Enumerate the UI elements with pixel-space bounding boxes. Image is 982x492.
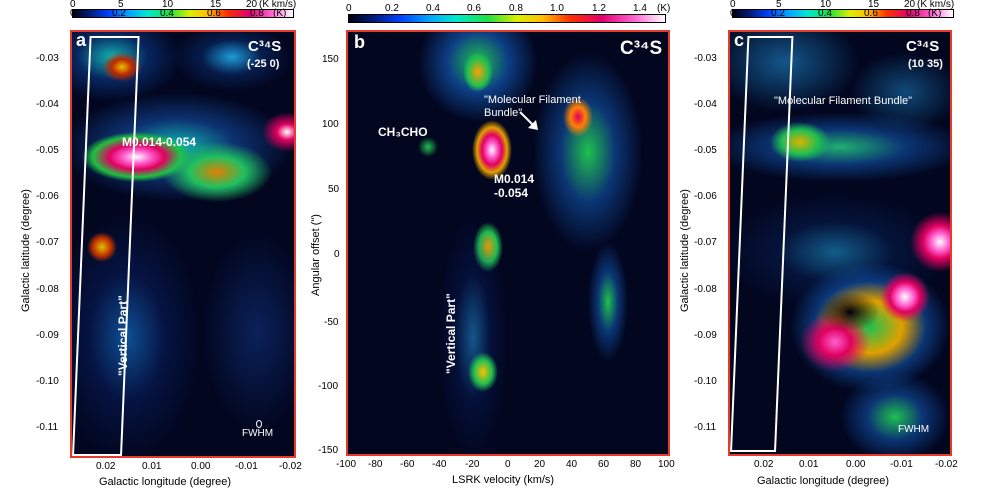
y-tick-a: -0.11 [36,422,59,433]
colorbar-b-tick: 0 [346,3,352,14]
colorbar-a-bottom-tick: 0.6 [207,8,221,19]
filament-arrow-icon [519,111,538,130]
colorbar-c-bottom-tick: 0.2 [771,8,785,19]
panel-a-letter: a [76,30,87,50]
x-tick-b: -60 [400,459,415,470]
molecule-label-b: C³⁴S [620,38,663,59]
x-tick-c: 0.00 [846,459,866,470]
colorbar-b-tick: 0.8 [509,3,523,14]
source-label-b-2: -0.054 [494,186,529,200]
molecule-label-a: C³⁴S [248,38,282,55]
x-tick-a: -0.01 [235,461,258,472]
x-tick-b: -80 [368,459,383,470]
colorbar-b-tick: 1.2 [592,3,606,14]
x-axis-label-c: Galactic longitude (degree) [757,475,890,487]
y-tick-c: -0.08 [694,284,717,295]
y-tick-a: -0.04 [36,99,59,110]
filament-label-b-1: "Molecular Filament [484,94,581,106]
beam-ellipse-a [256,420,262,428]
y-tick-a: -0.05 [36,145,59,156]
colorbar-c [732,9,954,18]
x-tick-c: 0.02 [754,459,774,470]
y-tick-b: 50 [328,184,340,195]
x-tick-a: 0.00 [191,461,211,472]
y-tick-c: -0.11 [694,422,717,433]
x-tick-c: 0.01 [799,459,819,470]
colorbar-b-tick: 0.6 [467,3,481,14]
x-tick-c: -0.01 [890,459,913,470]
y-axis-label-a: Galactic latitude (degree) [20,189,32,312]
y-tick-c: -0.06 [694,191,717,202]
y-tick-c: -0.10 [694,376,717,387]
y-tick-c: -0.09 [694,330,717,341]
colorbar-b-tick: 1.0 [550,3,564,14]
colorbar-b-tick: 0.2 [385,3,399,14]
colorbar-c-bottom-tick: 0.8 [906,8,920,19]
y-axis-label-c: Galactic latitude (degree) [679,189,691,312]
y-tick-a: -0.03 [36,53,59,64]
ch3cho-label: CH₃CHO [378,125,428,139]
colorbar-b [348,14,666,23]
colorbar-c-bottom-unit: (K) [928,8,942,19]
x-axis-label-b: LSRK velocity (km/s) [452,474,555,486]
colorbar-c-bottom-tick: 0.6 [864,8,878,19]
y-tick-c: -0.04 [694,99,717,110]
vertical-part-label-b: "Vertical Part" [444,293,458,374]
y-tick-b: -100 [318,381,339,392]
filament-label-c: "Molecular Filament Bundle" [774,95,913,107]
x-tick-b: 20 [534,459,546,470]
x-tick-a: 0.01 [142,461,162,472]
colorbar-c-bottom-tick: 0 [730,8,736,19]
colorbar-a-bottom-tick: 0.8 [250,8,264,19]
y-tick-c: -0.03 [694,53,717,64]
x-tick-a: -0.02 [279,461,302,472]
colorbar-a-bottom-unit: (K) [273,8,287,19]
colorbar-a-bottom-tick: 0.2 [112,8,126,19]
colorbar-a-bottom-tick: 0.4 [160,8,174,19]
panel-b-letter: b [354,32,365,52]
x-axis-label-a: Galactic longitude (degree) [99,476,232,488]
colorbar-c-bottom-tick: 0.4 [818,8,832,19]
y-tick-b: 150 [322,54,339,65]
colorbar-b-tick: 0.4 [426,3,440,14]
fwhm-label-a: FWHM [242,428,274,439]
panel-c-letter: c [734,30,745,50]
x-tick-b: 0 [505,459,511,470]
x-tick-a: 0.02 [96,461,116,472]
y-tick-c: -0.05 [694,145,717,156]
x-tick-b: 40 [566,459,578,470]
x-tick-b: 100 [658,459,675,470]
x-tick-b: 80 [630,459,642,470]
colorbar-b-tick: 1.4 [633,3,647,14]
filament-label-b-2: Bundle" [484,107,523,119]
source-label-a: M0.014-0.054 [122,135,197,149]
fwhm-label-c: FWHM [898,424,930,435]
colorbar-b-unit: (K) [657,3,671,14]
y-tick-a: -0.07 [36,237,59,248]
x-tick-b: 60 [598,459,610,470]
colorbar-a-bottom-tick: 0 [70,8,76,19]
x-tick-b: -20 [465,459,480,470]
x-tick-b: -40 [432,459,447,470]
vertical-part-label-a: "Vertical Part" [116,295,130,376]
y-tick-b: 100 [322,119,339,130]
x-tick-c: -0.02 [935,459,958,470]
velocity-range-a: (-25 0) [247,58,280,70]
velocity-range-c: (10 35) [908,58,943,70]
y-axis-label-b: Angular offset (") [310,214,322,296]
x-tick-b: -100 [336,459,357,470]
y-tick-b: -50 [324,317,339,328]
y-tick-b: 0 [334,249,340,260]
y-tick-a: -0.06 [36,191,59,202]
y-tick-a: -0.10 [36,376,59,387]
y-tick-a: -0.08 [36,284,59,295]
y-tick-b: -150 [318,445,339,456]
y-tick-a: -0.09 [36,330,59,341]
source-label-b-1: M0.014 [494,172,535,186]
y-tick-c: -0.07 [694,237,717,248]
molecule-label-c: C³⁴S [906,38,940,55]
